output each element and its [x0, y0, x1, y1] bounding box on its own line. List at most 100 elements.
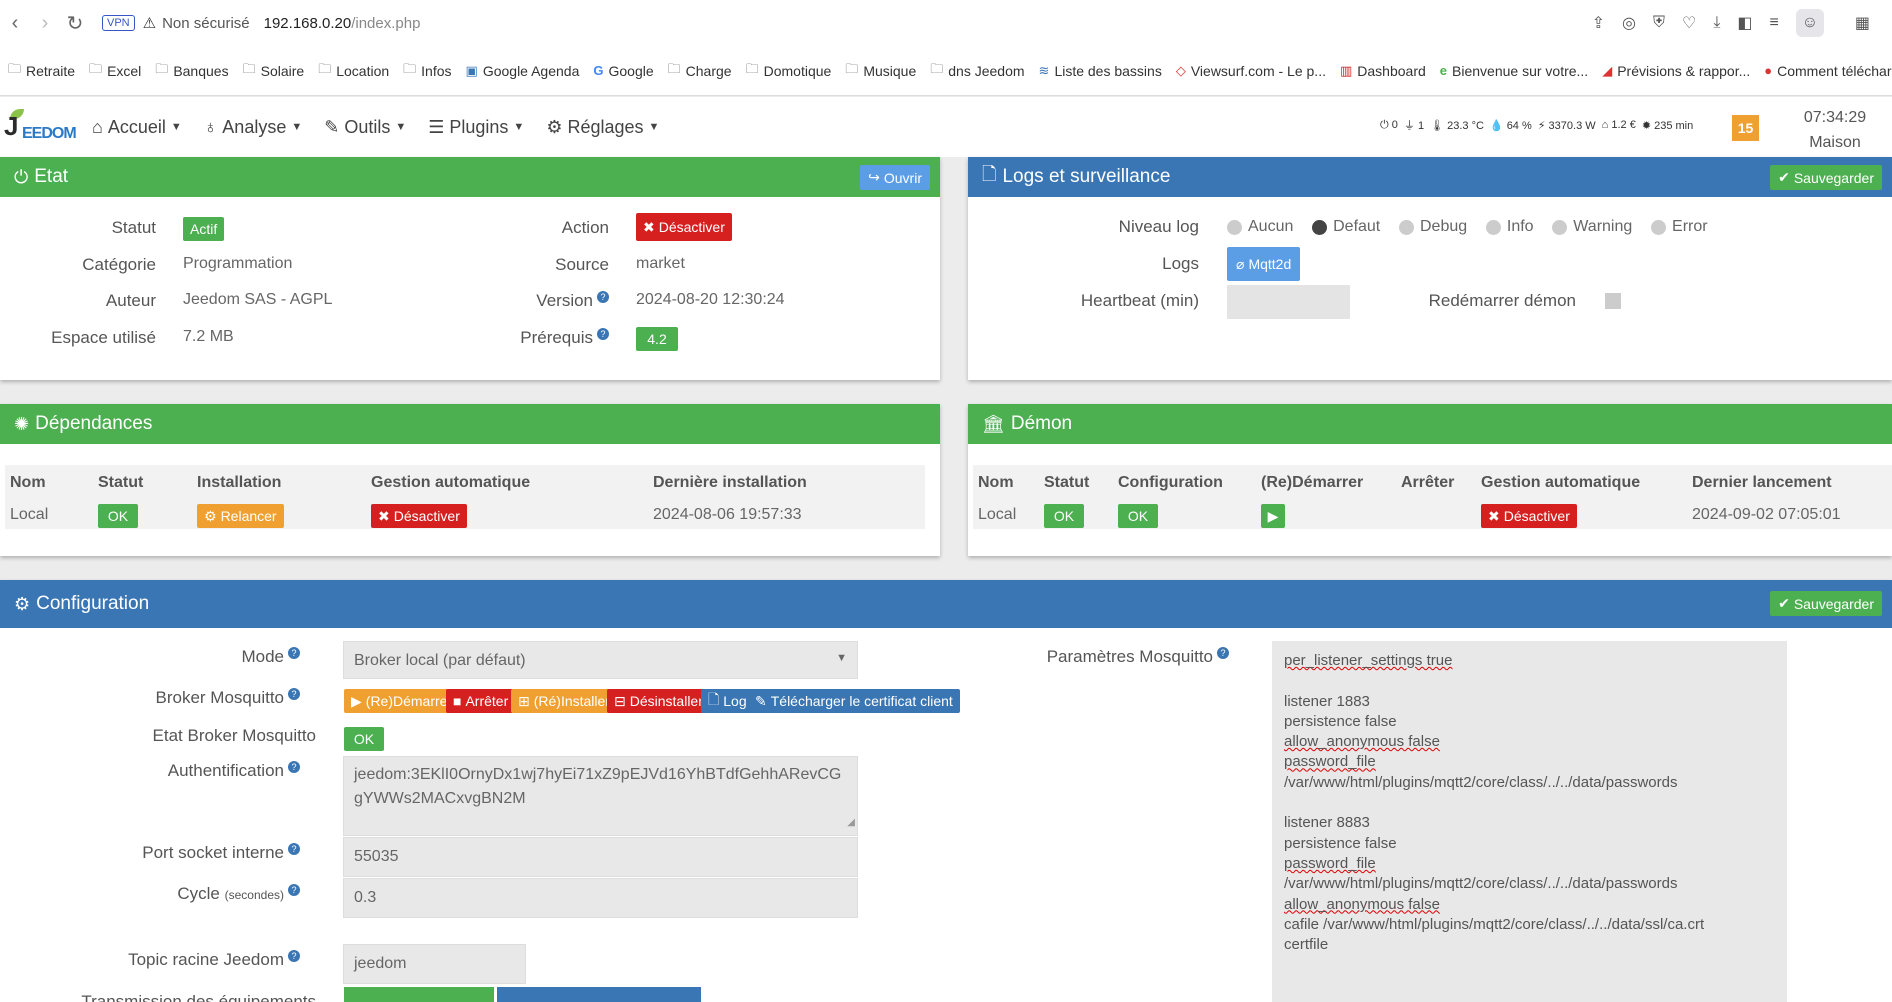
back-icon[interactable]: ‹ [0, 12, 30, 35]
bookmark-item[interactable]: 🗀 dns Jeedom [930, 60, 1024, 82]
topic-input[interactable]: jeedom [343, 944, 526, 984]
help-icon[interactable]: ? [288, 950, 300, 962]
broker-label: Broker Mosquitto? [0, 688, 300, 708]
broker-stop-button[interactable]: ■ Arrêter [446, 689, 516, 713]
plug-widget[interactable]: ⏻ 0 [1380, 119, 1398, 132]
broker-uninstall-button[interactable]: ⊟ Désinstaller [607, 689, 710, 713]
resize-handle-icon[interactable]: ◢ [847, 811, 855, 835]
bookmark-item[interactable]: 🗀 Domotique [746, 60, 832, 82]
menu-outils[interactable]: ✎ Outils ▼ [324, 117, 406, 138]
bookmark-item[interactable]: 🗀 Retraite [8, 60, 75, 82]
auth-textarea[interactable]: jeedom:3EKlI0OrnyDx1wj7hyEi71xZ9pEJVd16Y… [343, 756, 858, 836]
radio-aucun[interactable]: Aucun [1227, 218, 1293, 236]
help-icon[interactable]: ? [1217, 647, 1229, 659]
play-button[interactable]: ▶ [1261, 504, 1285, 528]
restart-demon-checkbox[interactable] [1605, 293, 1621, 309]
help-icon[interactable]: ? [288, 761, 300, 773]
config-save-button[interactable]: ✔ Sauvegarder [1770, 591, 1882, 616]
broker-log-button[interactable]: 🗋 Log [701, 689, 754, 713]
profile-icon[interactable]: ☺ [1795, 9, 1824, 37]
shield-icon[interactable]: ⛨ [1653, 14, 1665, 32]
bookmark-item[interactable]: ◢ Prévisions & rappor... [1602, 63, 1750, 79]
bookmark-item[interactable]: 🗀 Charge [668, 60, 732, 82]
bookmark-item[interactable]: 🗀 Banques [155, 60, 228, 82]
menu-accueil[interactable]: ⌂ Accueil ▼ [92, 117, 182, 138]
address-bar[interactable]: VPN ⚠ Non sécurisé 192.168.0.20/index.ph… [102, 14, 420, 32]
home-icon: ⌂ [92, 116, 103, 137]
param-line [1284, 793, 1775, 813]
radio-warning[interactable]: Warning [1552, 218, 1632, 236]
bookmark-item[interactable]: e Bienvenue sur votre... [1440, 63, 1588, 79]
sun-widget[interactable]: ✹ 235 min [1642, 119, 1693, 132]
reload-icon[interactable]: ↻ [60, 11, 90, 36]
bookmark-item[interactable]: 🗀 Musique [845, 60, 916, 82]
download-icon[interactable]: ⤓ [1713, 14, 1720, 32]
help-icon[interactable]: ? [597, 328, 609, 340]
bookmark-item[interactable]: ●Comment télécharg... [1764, 63, 1892, 79]
bookmark-item[interactable]: 🗀 Excel [89, 60, 141, 82]
caret-down-icon: ▼ [648, 121, 660, 133]
jeedom-logo[interactable]: J EEDOM [4, 105, 77, 149]
bookmark-item[interactable]: ▥ Dashboard [1340, 63, 1426, 79]
radio-info[interactable]: Info [1485, 218, 1534, 236]
radio-error[interactable]: Error [1651, 218, 1708, 236]
help-icon[interactable]: ? [288, 884, 300, 896]
camera-icon[interactable]: ◎ [1622, 13, 1636, 33]
broker-restart-button[interactable]: ▶ (Re)Démarrer [344, 689, 460, 713]
plug2-widget[interactable]: ⏚ 1 [1404, 117, 1424, 133]
bookmark-item[interactable]: ◇ Viewsurf.com - Le p... [1176, 63, 1326, 79]
notification-badge[interactable]: 15 [1732, 115, 1759, 141]
col-nom: Nom [978, 474, 1014, 491]
open-button[interactable]: ↪ Ouvrir [860, 165, 930, 190]
help-icon[interactable]: ? [288, 647, 300, 659]
help-icon[interactable]: ? [288, 843, 300, 855]
help-icon[interactable]: ? [597, 291, 609, 303]
bookmark-item[interactable]: 🗀 Location [318, 60, 389, 82]
file-icon: 🗋 [708, 691, 720, 707]
port-input[interactable]: 55035 [343, 837, 858, 877]
demon-desactiver-button[interactable]: ✖ Désactiver [1481, 504, 1577, 528]
mode-select[interactable]: Broker local (par défaut) ▼ [343, 641, 858, 679]
bookmark-item[interactable]: G Google [593, 63, 653, 79]
e-icon: e [1439, 63, 1448, 78]
mosquitto-params-textarea[interactable]: per_listener_settings true listener 1883… [1272, 641, 1787, 1002]
share-icon[interactable]: ⇪ [1592, 13, 1605, 33]
menu-analyse[interactable]: ♁ Analyse ▼ [204, 117, 302, 138]
help-icon[interactable]: ? [288, 688, 300, 700]
menu-reglages[interactable]: ⚙ Réglages ▼ [546, 117, 659, 138]
desactiver-plugin-button[interactable]: ✖ Désactiver [636, 213, 732, 241]
power-widget[interactable]: ⚡ 3370.3 W [1538, 119, 1596, 132]
menu-icon[interactable]: ≡ [1770, 14, 1779, 32]
cost-widget[interactable]: ⌂ 1.2 € [1602, 119, 1636, 131]
dependances-panel: ✺ Dépendances Nom Statut Installation Ge… [0, 404, 940, 556]
heartbeat-input[interactable] [1227, 285, 1350, 319]
humidity-widget[interactable]: 💧 64 % [1490, 119, 1532, 132]
mqtt2d-log-button[interactable]: ⌀ Mqtt2d [1227, 247, 1301, 281]
folder-icon: 🗀 [930, 60, 944, 76]
sidebar-icon[interactable]: ◧ [1737, 13, 1752, 33]
download-certificate-button[interactable]: ✎ Télécharger le certificat client [748, 689, 960, 713]
radio-defaut[interactable]: Defaut [1312, 218, 1380, 236]
bookmark-item[interactable]: ≋ Liste des bassins [1039, 63, 1162, 79]
temperature-widget[interactable]: 🌡 23.3 °C [1430, 119, 1484, 132]
logs-save-button[interactable]: ✔ Sauvegarder [1770, 165, 1882, 190]
cycle-input[interactable]: 0.3 [343, 878, 858, 918]
bookmark-item[interactable]: 🗀 Solaire [243, 60, 305, 82]
statut-label: Statut [111, 218, 156, 237]
heart-icon[interactable]: ♡ [1682, 13, 1696, 33]
extension-icon[interactable]: ▦ [1855, 13, 1870, 33]
relancer-button[interactable]: ⚙ Relancer [197, 504, 284, 528]
menu-plugins[interactable]: ☰ Plugins ▼ [428, 117, 524, 138]
clock-place[interactable]: Maison [1800, 130, 1870, 155]
forward-icon[interactable]: › [30, 12, 60, 35]
bookmark-item[interactable]: ▣ Google Agenda [466, 63, 580, 79]
bookmark-item[interactable]: 🗀 Infos [403, 60, 451, 82]
transmission-button-2[interactable] [497, 987, 701, 1002]
transmission-button-1[interactable] [344, 987, 494, 1002]
auth-label: Authentification? [0, 761, 300, 781]
deps-desactiver-button[interactable]: ✖ Désactiver [371, 504, 467, 528]
radio-debug[interactable]: Debug [1398, 218, 1467, 236]
chevron-down-icon: ▼ [836, 652, 847, 664]
vpn-badge[interactable]: VPN [102, 15, 135, 31]
broker-install-button[interactable]: ⊞ (Ré)Installer [511, 689, 617, 713]
